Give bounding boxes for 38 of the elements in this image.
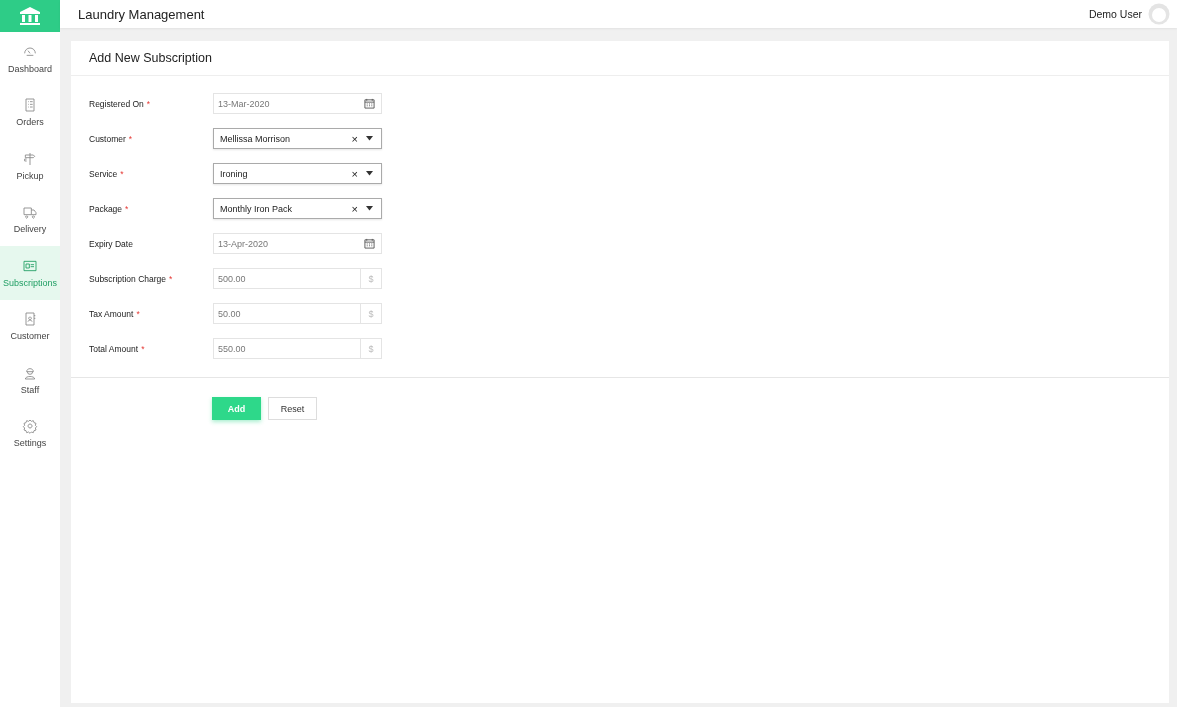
currency-addon: $ [360,304,381,323]
caret-icon[interactable] [366,206,373,211]
field-label: Total Amount * [89,343,146,354]
field-label: Registered On * [89,98,152,109]
currency-addon: $ [360,269,381,288]
date-field[interactable]: 13-Mar-2020 [213,93,382,114]
caret-icon[interactable] [366,136,373,141]
amount-field[interactable]: 50.00 $ [213,303,382,324]
field-label: Expiry Date [89,238,134,249]
nav-icon [22,311,38,328]
clear-button[interactable]: × [351,202,358,215]
amount-field[interactable]: 500.00 $ [213,268,382,289]
select-field[interactable]: Mellissa Morrison × [213,128,382,149]
calendar-icon[interactable] [364,238,375,249]
nav-icon [22,418,38,435]
nav-icon [22,97,38,114]
app-title: Laundry Management [78,6,206,22]
nav-icon [22,204,38,221]
reset-button[interactable]: Reset [268,397,317,420]
nav-icon [22,150,38,167]
logo-tile[interactable] [0,0,60,32]
caret-icon[interactable] [366,171,373,176]
form-title: Add New Subscription [89,51,212,65]
bank-building-icon [19,6,41,26]
select-field[interactable]: Ironing × [213,163,382,184]
select-field[interactable]: Monthly Iron Pack × [213,198,382,219]
clear-button[interactable]: × [351,132,358,145]
amount-field[interactable]: 550.00 $ [213,338,382,359]
field-label: Subscription Charge * [89,273,174,284]
user-name[interactable]: Demo User [1088,8,1142,20]
field-label: Customer * [89,133,134,144]
clear-button[interactable]: × [351,167,358,180]
date-field[interactable]: 13-Apr-2020 [213,233,382,254]
field-label: Tax Amount * [89,308,141,319]
field-label: Package * [89,203,130,214]
field-label: Service * [89,168,125,179]
currency-addon: $ [360,339,381,358]
calendar-icon[interactable] [364,98,375,109]
